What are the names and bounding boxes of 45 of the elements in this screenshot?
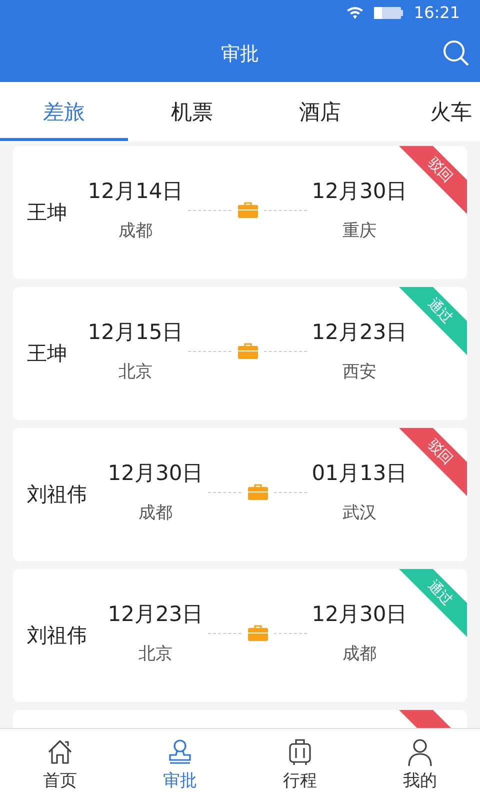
wifi-icon xyxy=(346,6,364,20)
traveler-name: 王坤 xyxy=(27,199,67,226)
search-icon[interactable] xyxy=(442,39,470,67)
trip-date: 12月30日 xyxy=(108,460,204,487)
trip-card[interactable]: 王坤 12月14日 成都 12月30日 重庆 驳回 xyxy=(13,146,467,279)
trip-date: 01月13日 xyxy=(312,460,408,487)
city-name: 重庆 xyxy=(342,220,376,242)
traveler-name: 王坤 xyxy=(27,340,67,367)
trip-date: 12月30日 xyxy=(312,178,408,205)
city-name: 成都 xyxy=(138,502,172,524)
trip-date: 12月14日 xyxy=(88,178,184,205)
city-name: 成都 xyxy=(342,643,376,665)
trip-card[interactable]: 刘祖伟 12月23日 北京 12月30日 成都 通过 xyxy=(13,569,467,702)
trip-date: 12月15日 xyxy=(88,319,184,346)
city-name: 北京 xyxy=(118,361,152,383)
status-time: 16:21 xyxy=(414,3,460,22)
city-name: 北京 xyxy=(138,643,172,665)
trip-card[interactable]: 刘祖伟 12月30日 成都 01月13日 武汉 驳回 xyxy=(13,428,467,561)
person-icon xyxy=(406,738,434,766)
city-name: 西安 xyxy=(342,361,376,383)
tab[interactable]: 机票 xyxy=(128,82,256,141)
tab[interactable]: 差旅 xyxy=(0,82,128,141)
trip-card[interactable]: 王坤 12月15日 北京 12月23日 西安 通过 xyxy=(13,287,467,420)
nav-tab[interactable]: 首页 xyxy=(0,729,120,800)
city-name: 武汉 xyxy=(342,502,376,524)
page-title: 审批 xyxy=(221,42,259,66)
briefcase-icon xyxy=(238,201,258,218)
tab[interactable]: 酒店 xyxy=(256,82,384,141)
tab[interactable]: 火车 xyxy=(384,82,480,141)
nav-tab[interactable]: 我的 xyxy=(360,729,480,800)
home-icon xyxy=(46,738,74,766)
battery-icon xyxy=(374,6,404,20)
briefcase-icon xyxy=(238,342,258,359)
briefcase-icon xyxy=(248,483,268,500)
trip-date: 12月23日 xyxy=(108,601,204,628)
nav-tab[interactable]: 行程 xyxy=(240,729,360,800)
suitcase-icon xyxy=(286,738,314,766)
traveler-name: 刘祖伟 xyxy=(27,622,87,649)
trip-date: 12月30日 xyxy=(312,601,408,628)
stamp-icon xyxy=(166,738,194,766)
briefcase-icon xyxy=(248,624,268,641)
trip-date: 12月23日 xyxy=(312,319,408,346)
nav-tab[interactable]: 审批 xyxy=(120,729,240,800)
traveler-name: 刘祖伟 xyxy=(27,481,87,508)
city-name: 成都 xyxy=(118,220,152,242)
